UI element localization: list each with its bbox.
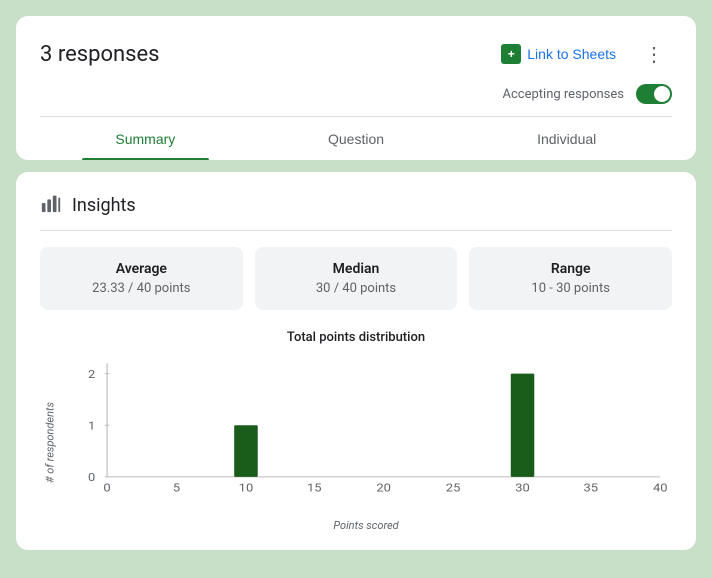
svg-text:0: 0 bbox=[103, 481, 110, 494]
link-to-sheets-button[interactable]: + Link to Sheets bbox=[489, 38, 628, 70]
tabs: Summary Question Individual bbox=[40, 116, 672, 160]
y-axis-label: # of respondents bbox=[40, 353, 60, 532]
svg-text:2: 2 bbox=[88, 368, 95, 381]
top-header: 3 responses + Link to Sheets ⋮ bbox=[40, 36, 672, 72]
stat-median-label: Median bbox=[271, 261, 442, 277]
stat-range-label: Range bbox=[485, 261, 656, 277]
svg-text:1: 1 bbox=[88, 419, 95, 432]
chart-svg: 0 1 2 0 5 10 15 20 25 30 bbox=[60, 353, 672, 513]
sheets-icon: + bbox=[501, 44, 521, 64]
insights-title: Insights bbox=[72, 195, 136, 216]
svg-text:35: 35 bbox=[584, 481, 599, 494]
insights-icon bbox=[40, 192, 62, 218]
stat-average-value: 23.33 / 40 points bbox=[56, 281, 227, 296]
x-axis-label: Points scored bbox=[60, 519, 672, 532]
insights-header: Insights bbox=[40, 192, 672, 231]
svg-text:15: 15 bbox=[307, 481, 322, 494]
svg-text:30: 30 bbox=[515, 481, 530, 494]
accepting-row: Accepting responses bbox=[40, 80, 672, 116]
tab-individual-label: Individual bbox=[537, 131, 596, 147]
bar-10 bbox=[234, 425, 258, 477]
chart-container: # of respondents 0 1 2 0 5 bbox=[40, 353, 672, 532]
bar-30 bbox=[511, 374, 535, 477]
stat-average-label: Average bbox=[56, 261, 227, 277]
link-to-sheets-label: Link to Sheets bbox=[527, 46, 616, 62]
chart-title: Total points distribution bbox=[40, 330, 672, 345]
tab-summary-label: Summary bbox=[115, 131, 175, 147]
svg-text:20: 20 bbox=[376, 481, 391, 494]
svg-text:40: 40 bbox=[653, 481, 668, 494]
svg-text:25: 25 bbox=[446, 481, 461, 494]
tab-question[interactable]: Question bbox=[251, 117, 462, 160]
tab-summary[interactable]: Summary bbox=[40, 117, 251, 160]
stat-median: Median 30 / 40 points bbox=[255, 247, 458, 310]
accepting-toggle[interactable] bbox=[636, 84, 672, 104]
accepting-label: Accepting responses bbox=[503, 87, 625, 102]
stat-range-value: 10 - 30 points bbox=[485, 281, 656, 296]
stat-range: Range 10 - 30 points bbox=[469, 247, 672, 310]
header-actions: + Link to Sheets ⋮ bbox=[489, 36, 672, 72]
tab-individual[interactable]: Individual bbox=[461, 117, 672, 160]
responses-count: 3 responses bbox=[40, 42, 160, 67]
stat-median-value: 30 / 40 points bbox=[271, 281, 442, 296]
stat-average: Average 23.33 / 40 points bbox=[40, 247, 243, 310]
top-card: 3 responses + Link to Sheets ⋮ Accepting… bbox=[16, 16, 696, 160]
svg-text:0: 0 bbox=[88, 471, 95, 484]
svg-text:5: 5 bbox=[173, 481, 180, 494]
tab-question-label: Question bbox=[328, 131, 384, 147]
toggle-knob bbox=[654, 86, 670, 102]
chart-area: 0 1 2 0 5 10 15 20 25 30 bbox=[60, 353, 672, 532]
svg-text:10: 10 bbox=[239, 481, 254, 494]
insights-card: Insights Average 23.33 / 40 points Media… bbox=[16, 172, 696, 550]
more-options-button[interactable]: ⋮ bbox=[636, 36, 672, 72]
more-icon: ⋮ bbox=[644, 42, 664, 67]
stats-row: Average 23.33 / 40 points Median 30 / 40… bbox=[40, 247, 672, 310]
